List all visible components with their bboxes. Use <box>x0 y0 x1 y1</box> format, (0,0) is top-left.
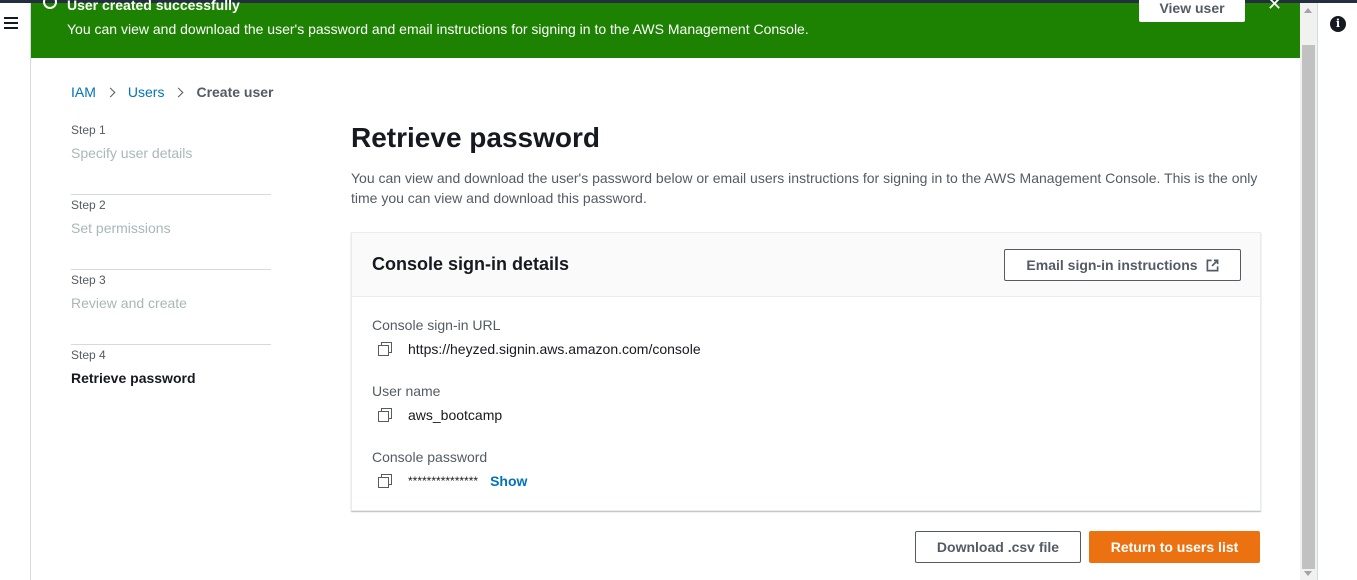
right-tools-rail: i <box>1317 3 1357 580</box>
scroll-up-arrow-icon[interactable] <box>1304 8 1312 13</box>
step-number: Step 2 <box>71 198 106 212</box>
success-flash-banner: User created successfully You can view a… <box>31 0 1300 58</box>
field-label: Console sign-in URL <box>372 317 501 333</box>
show-password-link[interactable]: Show <box>490 473 527 489</box>
step-number: Step 4 <box>71 348 106 362</box>
view-user-button[interactable]: View user <box>1139 0 1245 22</box>
step-name: Retrieve password <box>71 370 196 386</box>
close-icon[interactable]: ✕ <box>1267 0 1282 13</box>
sign-in-url-value: https://heyzed.signin.aws.amazon.com/con… <box>408 341 701 357</box>
wizard-step[interactable]: Step 1 Specify user details <box>71 120 271 195</box>
info-icon[interactable]: i <box>1330 16 1346 32</box>
console-password-field: Console password *************** Show <box>372 449 527 489</box>
breadcrumb-current: Create user <box>196 84 274 100</box>
hamburger-icon[interactable] <box>4 17 18 29</box>
copy-icon[interactable] <box>378 408 392 422</box>
breadcrumb-users[interactable]: Users <box>128 84 165 100</box>
check-circle-icon <box>43 0 57 9</box>
user-name-field: User name aws_bootcamp <box>372 383 502 423</box>
wizard-steps: Step 1 Specify user details Step 2 Set p… <box>71 120 271 420</box>
step-name: Specify user details <box>71 145 193 161</box>
breadcrumb: IAM Users Create user <box>71 84 274 100</box>
flash-message: You can view and download the user's pas… <box>67 21 809 37</box>
scroll-down-arrow-icon[interactable] <box>1304 571 1312 576</box>
vertical-scrollbar[interactable] <box>1300 3 1317 580</box>
wizard-step-current: Step 4 Retrieve password <box>71 345 271 420</box>
step-number: Step 1 <box>71 123 106 137</box>
copy-icon[interactable] <box>378 342 392 356</box>
copy-icon[interactable] <box>378 474 392 488</box>
masked-password: *************** <box>408 474 479 488</box>
chevron-right-icon <box>174 87 184 97</box>
return-to-users-list-button[interactable]: Return to users list <box>1089 531 1260 563</box>
email-sign-in-instructions-button[interactable]: Email sign-in instructions <box>1004 249 1241 281</box>
page-title: Retrieve password <box>351 122 600 153</box>
scrollbar-thumb[interactable] <box>1302 45 1315 569</box>
step-name: Review and create <box>71 295 187 311</box>
step-name: Set permissions <box>71 220 171 236</box>
field-value-row: aws_bootcamp <box>372 407 502 423</box>
wizard-step[interactable]: Step 2 Set permissions <box>71 195 271 270</box>
field-label: Console password <box>372 449 488 465</box>
user-name-value: aws_bootcamp <box>408 407 503 423</box>
external-link-icon <box>1206 259 1219 271</box>
breadcrumb-iam[interactable]: IAM <box>71 84 96 100</box>
field-label: User name <box>372 383 441 399</box>
left-navigation-rail <box>0 3 31 580</box>
sign-in-url-field: Console sign-in URL https://heyzed.signi… <box>372 317 701 357</box>
page-description: You can view and download the user's pas… <box>351 170 1258 206</box>
flash-title: User created successfully <box>67 0 240 13</box>
chevron-right-icon <box>105 87 116 97</box>
console-sign-in-details-card: Console sign-in details Email sign-in in… <box>351 232 1261 511</box>
wizard-step[interactable]: Step 3 Review and create <box>71 270 271 345</box>
card-header: Console sign-in details Email sign-in in… <box>352 233 1260 297</box>
card-title: Console sign-in details <box>372 254 570 274</box>
field-value-row: *************** Show <box>372 473 527 489</box>
field-value-row: https://heyzed.signin.aws.amazon.com/con… <box>372 341 701 357</box>
download-csv-button[interactable]: Download .csv file <box>915 531 1081 563</box>
step-number: Step 3 <box>71 273 106 287</box>
email-button-label: Email sign-in instructions <box>1026 257 1198 273</box>
